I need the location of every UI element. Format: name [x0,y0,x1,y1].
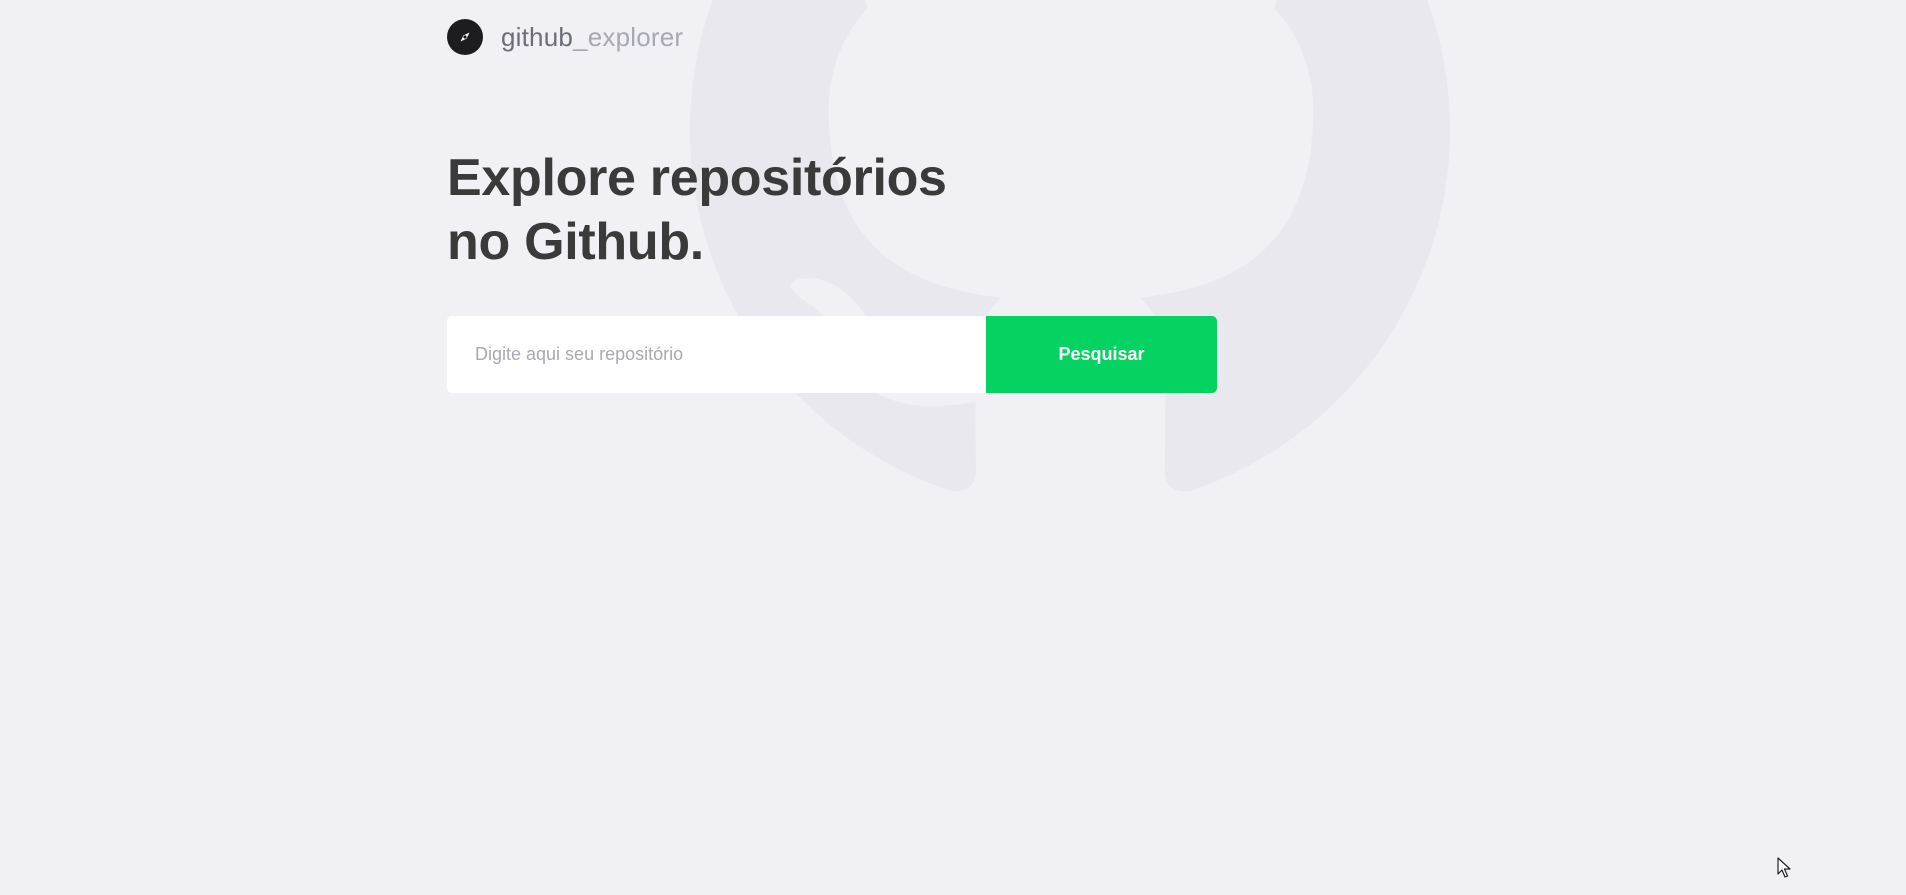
search-form: Pesquisar [447,316,1217,393]
logo-text-secondary: _explorer [573,21,684,52]
search-input[interactable] [447,316,986,393]
logo[interactable]: github_explorer [447,18,683,56]
logo-text-primary: github [501,21,574,52]
page-title-line-2: no Github. [447,213,704,271]
logo-text: github_explorer [501,22,683,53]
page-title: Explore repositórios no Github. [447,146,1007,274]
page-title-line-1: Explore repositórios [447,149,947,207]
github-octocat-icon [690,0,1450,492]
compass-icon [447,19,483,55]
mouse-cursor-icon [1777,857,1791,878]
search-button[interactable]: Pesquisar [986,316,1217,393]
